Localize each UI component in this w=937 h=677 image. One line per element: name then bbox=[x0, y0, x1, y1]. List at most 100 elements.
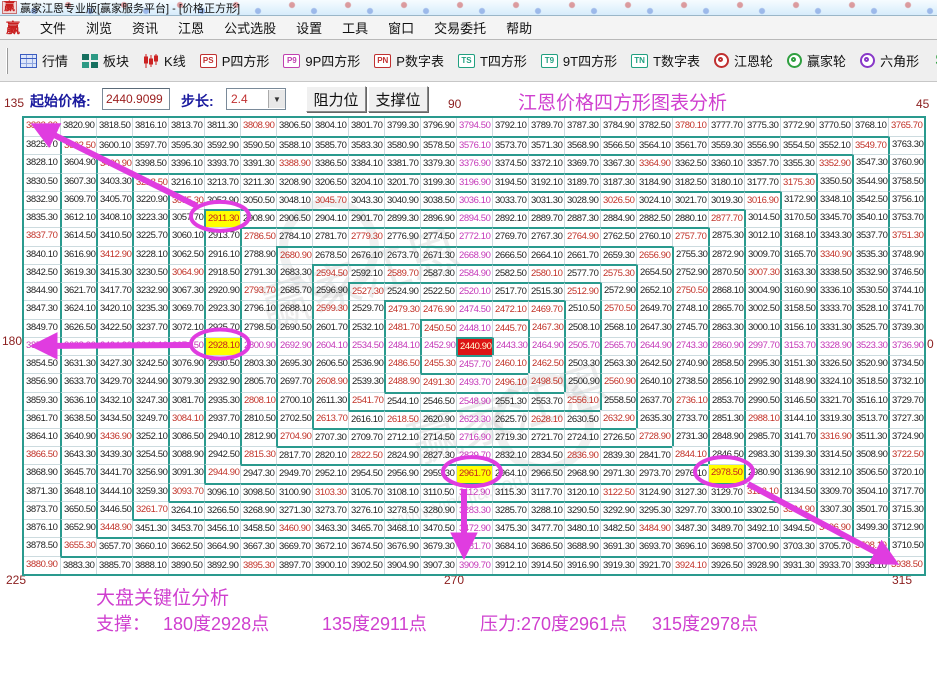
grid-cell[interactable]: 3532.90 bbox=[852, 264, 888, 282]
grid-cell[interactable]: 2901.70 bbox=[348, 209, 384, 227]
chevron-down-icon[interactable]: ▼ bbox=[268, 90, 285, 108]
grid-cell[interactable]: 2815.30 bbox=[240, 446, 276, 464]
grid-cell[interactable]: 3348.10 bbox=[816, 191, 852, 209]
grid-cell[interactable]: 3681.70 bbox=[456, 537, 492, 555]
grid-cell[interactable]: 2726.50 bbox=[600, 428, 636, 446]
grid-cell[interactable]: 3698.50 bbox=[708, 537, 744, 555]
grid-cell[interactable]: 3062.50 bbox=[168, 246, 204, 264]
grid-cell[interactable]: 3792.10 bbox=[492, 118, 528, 136]
grid-cell[interactable]: 2973.70 bbox=[636, 464, 672, 482]
grid-cell[interactable]: 2860.90 bbox=[708, 337, 744, 355]
grid-cell[interactable]: 3194.50 bbox=[492, 173, 528, 191]
grid-cell[interactable]: 3024.10 bbox=[636, 191, 672, 209]
grid-cell[interactable]: 2524.90 bbox=[384, 282, 420, 300]
grid-cell[interactable]: 3372.10 bbox=[528, 154, 564, 172]
grid-cell[interactable]: 2594.50 bbox=[312, 264, 348, 282]
grid-cell[interactable]: 3451.30 bbox=[132, 519, 168, 537]
grid-cell[interactable]: 2661.70 bbox=[564, 246, 600, 264]
grid-cell[interactable]: 2642.50 bbox=[636, 355, 672, 373]
grid-cell[interactable]: 2920.90 bbox=[204, 282, 240, 300]
grid-cell[interactable]: 2856.10 bbox=[708, 373, 744, 391]
grid-cell[interactable]: 3926.50 bbox=[708, 556, 744, 574]
grid-cell[interactable]: 2587.30 bbox=[420, 264, 456, 282]
grid-cell[interactable]: 2596.90 bbox=[312, 282, 348, 300]
grid-cell[interactable]: 2680.90 bbox=[276, 246, 312, 264]
grid-cell[interactable]: 3444.10 bbox=[96, 483, 132, 501]
grid-cell[interactable]: 3592.90 bbox=[204, 136, 240, 154]
grid-cell[interactable]: 2971.30 bbox=[600, 464, 636, 482]
grid-cell[interactable]: 3638.50 bbox=[60, 410, 96, 428]
grid-cell[interactable]: 3014.50 bbox=[744, 209, 780, 227]
grid-cell[interactable]: 3177.70 bbox=[744, 173, 780, 191]
grid-cell[interactable]: 3888.10 bbox=[132, 556, 168, 574]
grid-cell[interactable]: 3220.90 bbox=[132, 191, 168, 209]
grid-cell[interactable]: 2493.70 bbox=[456, 373, 492, 391]
grid-cell[interactable]: 3100.90 bbox=[276, 483, 312, 501]
grid-cell[interactable]: 3777.70 bbox=[708, 118, 744, 136]
grid-cell[interactable]: 2997.70 bbox=[744, 337, 780, 355]
grid-cell[interactable]: 3122.50 bbox=[600, 483, 636, 501]
grid-cell[interactable]: 3931.30 bbox=[780, 556, 816, 574]
grid-cell[interactable]: 2829.70 bbox=[456, 446, 492, 464]
grid-cell[interactable]: 2548.90 bbox=[456, 392, 492, 410]
grid-cell[interactable]: 3897.70 bbox=[276, 556, 312, 574]
grid-cell[interactable]: 3309.70 bbox=[816, 483, 852, 501]
grid-cell[interactable]: 3139.30 bbox=[780, 446, 816, 464]
grid-cell[interactable]: 2916.10 bbox=[204, 246, 240, 264]
grid-cell[interactable]: 3878.50 bbox=[24, 537, 60, 555]
grid-cell[interactable]: 2947.30 bbox=[240, 464, 276, 482]
grid-cell[interactable]: 3211.30 bbox=[240, 173, 276, 191]
grid-cell[interactable]: 2572.90 bbox=[600, 282, 636, 300]
grid-cell[interactable]: 3307.30 bbox=[816, 501, 852, 519]
grid-cell[interactable]: 3427.30 bbox=[96, 355, 132, 373]
grid-cell[interactable]: 2606.50 bbox=[312, 355, 348, 373]
grid-cell[interactable]: 3492.10 bbox=[744, 519, 780, 537]
grid-cell[interactable]: 3103.30 bbox=[312, 483, 348, 501]
grid-cell[interactable]: 3482.50 bbox=[600, 519, 636, 537]
grid-cell[interactable]: 3355.30 bbox=[780, 154, 816, 172]
grid-cell[interactable]: 3739.30 bbox=[888, 319, 924, 337]
grid-cell[interactable]: 2565.70 bbox=[600, 337, 636, 355]
grid-cell[interactable]: 3669.70 bbox=[276, 537, 312, 555]
grid-cell[interactable]: 2956.90 bbox=[384, 464, 420, 482]
grid-cell[interactable]: 3153.70 bbox=[780, 337, 816, 355]
grid-cell[interactable]: 3655.30 bbox=[60, 537, 96, 555]
grid-cell[interactable]: 3362.50 bbox=[672, 154, 708, 172]
grid-cell[interactable]: 3662.50 bbox=[168, 537, 204, 555]
grid-cell[interactable]: 3751.30 bbox=[888, 227, 924, 245]
grid-cell[interactable]: 3184.90 bbox=[636, 173, 672, 191]
grid-cell[interactable]: 3074.50 bbox=[168, 337, 204, 355]
grid-cell[interactable]: 3823.30 bbox=[24, 118, 60, 136]
grid-cell[interactable]: 2863.30 bbox=[708, 319, 744, 337]
grid-cell[interactable]: 2752.90 bbox=[672, 264, 708, 282]
grid-cell[interactable]: 3904.90 bbox=[384, 556, 420, 574]
grid-cell[interactable]: 2570.50 bbox=[600, 300, 636, 318]
grid-cell[interactable]: 3460.90 bbox=[276, 519, 312, 537]
grid-cell[interactable]: 2692.90 bbox=[276, 337, 312, 355]
grid-cell[interactable]: 3314.50 bbox=[816, 446, 852, 464]
grid-cell[interactable]: 3612.10 bbox=[60, 209, 96, 227]
grid-cell[interactable]: 2784.10 bbox=[276, 227, 312, 245]
grid-cell[interactable]: 2988.10 bbox=[744, 410, 780, 428]
grid-cell[interactable]: 3506.50 bbox=[852, 464, 888, 482]
grid-cell[interactable]: 3621.70 bbox=[60, 282, 96, 300]
grid-cell[interactable]: 2834.50 bbox=[528, 446, 564, 464]
grid-cell[interactable]: 2484.10 bbox=[384, 337, 420, 355]
grid-cell[interactable]: 3463.30 bbox=[312, 519, 348, 537]
grid-cell[interactable]: 2954.50 bbox=[348, 464, 384, 482]
grid-cell[interactable]: 2529.70 bbox=[348, 300, 384, 318]
menu-item-设置[interactable]: 设置 bbox=[286, 15, 332, 40]
grid-cell[interactable]: 3523.30 bbox=[852, 337, 888, 355]
grid-cell[interactable]: 3396.10 bbox=[168, 154, 204, 172]
grid-cell[interactable]: 3021.70 bbox=[672, 191, 708, 209]
grid-cell[interactable]: 2827.30 bbox=[420, 446, 456, 464]
grid-cell[interactable]: 2527.30 bbox=[348, 282, 384, 300]
grid-cell[interactable]: 3844.90 bbox=[24, 282, 60, 300]
grid-cell[interactable]: 2488.90 bbox=[384, 373, 420, 391]
grid-cell[interactable]: 3628.90 bbox=[60, 337, 96, 355]
grid-cell-support-135[interactable]: 2911.30 bbox=[204, 209, 240, 227]
grid-cell[interactable]: 3892.90 bbox=[204, 556, 240, 574]
grid-cell[interactable]: 3324.10 bbox=[816, 373, 852, 391]
grid-cell[interactable]: 3259.30 bbox=[132, 483, 168, 501]
grid-cell[interactable]: 3924.10 bbox=[672, 556, 708, 574]
